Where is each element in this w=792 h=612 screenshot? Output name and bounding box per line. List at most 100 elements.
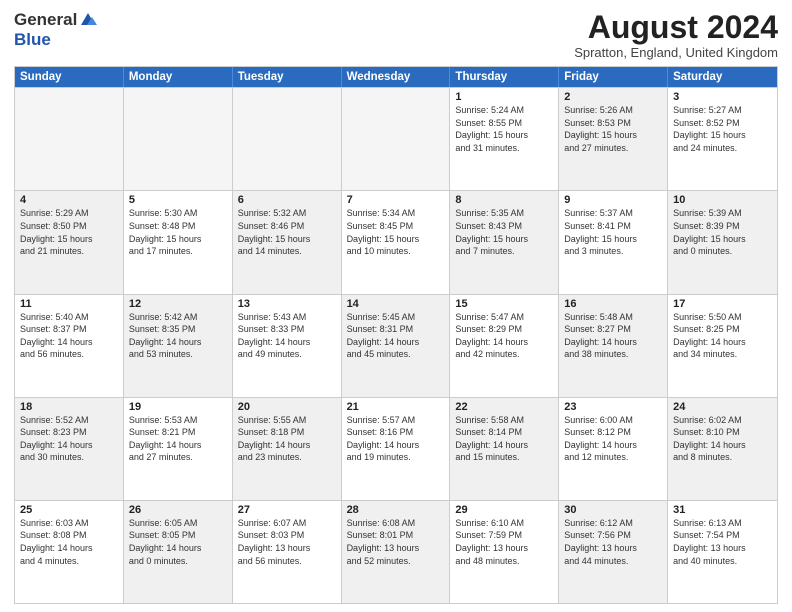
day-info: Sunrise: 5:50 AM Sunset: 8:25 PM Dayligh…: [673, 311, 772, 361]
calendar-header: SundayMondayTuesdayWednesdayThursdayFrid…: [15, 67, 777, 87]
title-block: August 2024 Spratton, England, United Ki…: [574, 10, 778, 60]
day-info: Sunrise: 5:35 AM Sunset: 8:43 PM Dayligh…: [455, 207, 553, 257]
calendar: SundayMondayTuesdayWednesdayThursdayFrid…: [14, 66, 778, 604]
header-day-wednesday: Wednesday: [342, 67, 451, 87]
day-number: 2: [564, 91, 662, 103]
header-day-sunday: Sunday: [15, 67, 124, 87]
calendar-row-4: 18Sunrise: 5:52 AM Sunset: 8:23 PM Dayli…: [15, 397, 777, 500]
day-number: 23: [564, 401, 662, 413]
day-info: Sunrise: 5:52 AM Sunset: 8:23 PM Dayligh…: [20, 414, 118, 464]
day-number: 5: [129, 194, 227, 206]
day-number: 14: [347, 298, 445, 310]
calendar-cell: 1Sunrise: 5:24 AM Sunset: 8:55 PM Daylig…: [450, 88, 559, 190]
calendar-cell: 31Sunrise: 6:13 AM Sunset: 7:54 PM Dayli…: [668, 501, 777, 603]
calendar-cell: [233, 88, 342, 190]
calendar-cell: 26Sunrise: 6:05 AM Sunset: 8:05 PM Dayli…: [124, 501, 233, 603]
calendar-cell: [15, 88, 124, 190]
day-number: 31: [673, 504, 772, 516]
calendar-cell: 2Sunrise: 5:26 AM Sunset: 8:53 PM Daylig…: [559, 88, 668, 190]
calendar-cell: 12Sunrise: 5:42 AM Sunset: 8:35 PM Dayli…: [124, 295, 233, 397]
calendar-cell: 19Sunrise: 5:53 AM Sunset: 8:21 PM Dayli…: [124, 398, 233, 500]
day-info: Sunrise: 5:53 AM Sunset: 8:21 PM Dayligh…: [129, 414, 227, 464]
day-number: 7: [347, 194, 445, 206]
day-info: Sunrise: 5:47 AM Sunset: 8:29 PM Dayligh…: [455, 311, 553, 361]
header-day-monday: Monday: [124, 67, 233, 87]
day-number: 6: [238, 194, 336, 206]
calendar-cell: 22Sunrise: 5:58 AM Sunset: 8:14 PM Dayli…: [450, 398, 559, 500]
calendar-cell: 23Sunrise: 6:00 AM Sunset: 8:12 PM Dayli…: [559, 398, 668, 500]
month-year: August 2024: [574, 10, 778, 45]
day-number: 12: [129, 298, 227, 310]
calendar-cell: 16Sunrise: 5:48 AM Sunset: 8:27 PM Dayli…: [559, 295, 668, 397]
day-number: 24: [673, 401, 772, 413]
day-info: Sunrise: 5:58 AM Sunset: 8:14 PM Dayligh…: [455, 414, 553, 464]
calendar-cell: 18Sunrise: 5:52 AM Sunset: 8:23 PM Dayli…: [15, 398, 124, 500]
calendar-row-1: 1Sunrise: 5:24 AM Sunset: 8:55 PM Daylig…: [15, 87, 777, 190]
day-number: 9: [564, 194, 662, 206]
calendar-row-3: 11Sunrise: 5:40 AM Sunset: 8:37 PM Dayli…: [15, 294, 777, 397]
day-number: 10: [673, 194, 772, 206]
header-day-thursday: Thursday: [450, 67, 559, 87]
day-number: 19: [129, 401, 227, 413]
calendar-cell: 9Sunrise: 5:37 AM Sunset: 8:41 PM Daylig…: [559, 191, 668, 293]
calendar-cell: 14Sunrise: 5:45 AM Sunset: 8:31 PM Dayli…: [342, 295, 451, 397]
location: Spratton, England, United Kingdom: [574, 45, 778, 60]
day-info: Sunrise: 6:10 AM Sunset: 7:59 PM Dayligh…: [455, 517, 553, 567]
day-number: 29: [455, 504, 553, 516]
day-number: 22: [455, 401, 553, 413]
day-info: Sunrise: 5:39 AM Sunset: 8:39 PM Dayligh…: [673, 207, 772, 257]
day-info: Sunrise: 6:00 AM Sunset: 8:12 PM Dayligh…: [564, 414, 662, 464]
day-number: 17: [673, 298, 772, 310]
day-number: 13: [238, 298, 336, 310]
day-number: 27: [238, 504, 336, 516]
calendar-cell: 24Sunrise: 6:02 AM Sunset: 8:10 PM Dayli…: [668, 398, 777, 500]
day-info: Sunrise: 5:40 AM Sunset: 8:37 PM Dayligh…: [20, 311, 118, 361]
day-info: Sunrise: 5:55 AM Sunset: 8:18 PM Dayligh…: [238, 414, 336, 464]
calendar-cell: 13Sunrise: 5:43 AM Sunset: 8:33 PM Dayli…: [233, 295, 342, 397]
day-info: Sunrise: 5:37 AM Sunset: 8:41 PM Dayligh…: [564, 207, 662, 257]
calendar-cell: 15Sunrise: 5:47 AM Sunset: 8:29 PM Dayli…: [450, 295, 559, 397]
logo-icon: [79, 11, 97, 29]
calendar-cell: 10Sunrise: 5:39 AM Sunset: 8:39 PM Dayli…: [668, 191, 777, 293]
day-number: 28: [347, 504, 445, 516]
day-info: Sunrise: 5:48 AM Sunset: 8:27 PM Dayligh…: [564, 311, 662, 361]
day-info: Sunrise: 5:34 AM Sunset: 8:45 PM Dayligh…: [347, 207, 445, 257]
day-info: Sunrise: 6:02 AM Sunset: 8:10 PM Dayligh…: [673, 414, 772, 464]
calendar-cell: 30Sunrise: 6:12 AM Sunset: 7:56 PM Dayli…: [559, 501, 668, 603]
calendar-cell: 3Sunrise: 5:27 AM Sunset: 8:52 PM Daylig…: [668, 88, 777, 190]
calendar-cell: 6Sunrise: 5:32 AM Sunset: 8:46 PM Daylig…: [233, 191, 342, 293]
day-info: Sunrise: 6:12 AM Sunset: 7:56 PM Dayligh…: [564, 517, 662, 567]
day-number: 11: [20, 298, 118, 310]
calendar-cell: 27Sunrise: 6:07 AM Sunset: 8:03 PM Dayli…: [233, 501, 342, 603]
calendar-cell: 8Sunrise: 5:35 AM Sunset: 8:43 PM Daylig…: [450, 191, 559, 293]
day-info: Sunrise: 5:43 AM Sunset: 8:33 PM Dayligh…: [238, 311, 336, 361]
logo: General Blue: [14, 10, 97, 50]
day-number: 30: [564, 504, 662, 516]
calendar-cell: 28Sunrise: 6:08 AM Sunset: 8:01 PM Dayli…: [342, 501, 451, 603]
day-info: Sunrise: 6:07 AM Sunset: 8:03 PM Dayligh…: [238, 517, 336, 567]
day-info: Sunrise: 5:45 AM Sunset: 8:31 PM Dayligh…: [347, 311, 445, 361]
calendar-cell: 11Sunrise: 5:40 AM Sunset: 8:37 PM Dayli…: [15, 295, 124, 397]
calendar-body: 1Sunrise: 5:24 AM Sunset: 8:55 PM Daylig…: [15, 87, 777, 603]
calendar-cell: 17Sunrise: 5:50 AM Sunset: 8:25 PM Dayli…: [668, 295, 777, 397]
day-info: Sunrise: 5:27 AM Sunset: 8:52 PM Dayligh…: [673, 104, 772, 154]
calendar-cell: 29Sunrise: 6:10 AM Sunset: 7:59 PM Dayli…: [450, 501, 559, 603]
calendar-row-2: 4Sunrise: 5:29 AM Sunset: 8:50 PM Daylig…: [15, 190, 777, 293]
calendar-cell: 20Sunrise: 5:55 AM Sunset: 8:18 PM Dayli…: [233, 398, 342, 500]
day-number: 16: [564, 298, 662, 310]
day-info: Sunrise: 5:26 AM Sunset: 8:53 PM Dayligh…: [564, 104, 662, 154]
header-day-tuesday: Tuesday: [233, 67, 342, 87]
day-number: 25: [20, 504, 118, 516]
header-day-saturday: Saturday: [668, 67, 777, 87]
calendar-cell: 4Sunrise: 5:29 AM Sunset: 8:50 PM Daylig…: [15, 191, 124, 293]
calendar-row-5: 25Sunrise: 6:03 AM Sunset: 8:08 PM Dayli…: [15, 500, 777, 603]
logo-blue-text: Blue: [14, 30, 51, 49]
day-number: 20: [238, 401, 336, 413]
calendar-cell: 5Sunrise: 5:30 AM Sunset: 8:48 PM Daylig…: [124, 191, 233, 293]
day-info: Sunrise: 6:13 AM Sunset: 7:54 PM Dayligh…: [673, 517, 772, 567]
day-info: Sunrise: 6:05 AM Sunset: 8:05 PM Dayligh…: [129, 517, 227, 567]
logo-general-text: General: [14, 10, 77, 30]
day-info: Sunrise: 5:32 AM Sunset: 8:46 PM Dayligh…: [238, 207, 336, 257]
day-number: 26: [129, 504, 227, 516]
day-number: 4: [20, 194, 118, 206]
